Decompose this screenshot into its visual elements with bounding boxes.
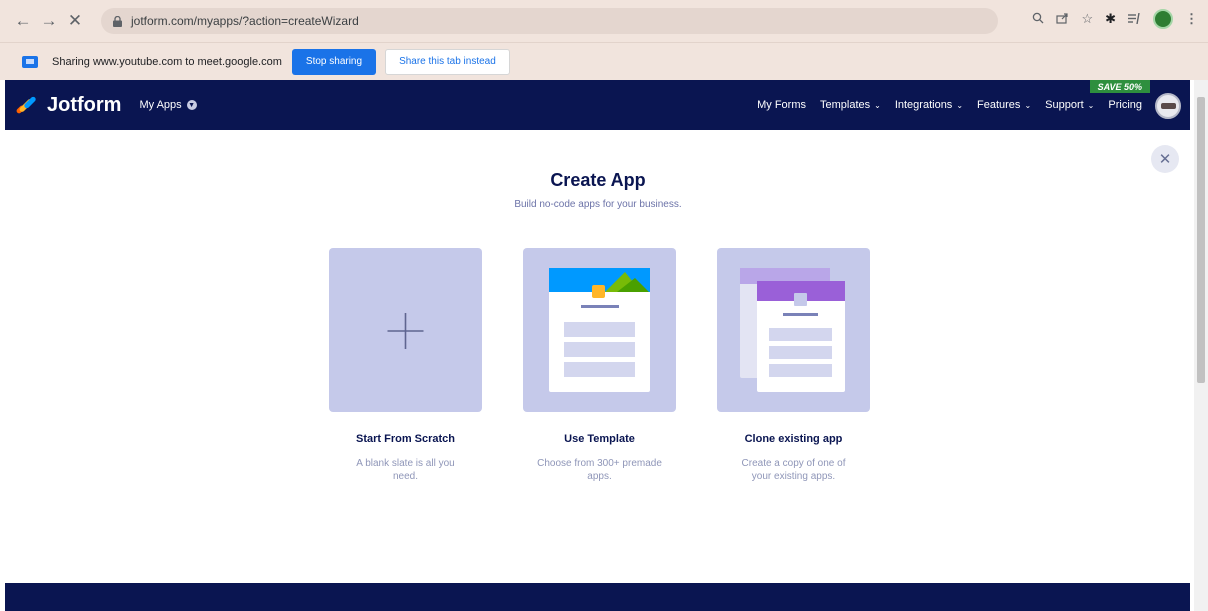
scrollbar-thumb[interactable] [1197,97,1205,383]
card-title: Clone existing app [744,433,843,445]
top-navigation: My Forms Templates ⌄ Integrations ⌄ Featur… [757,80,1142,130]
use-template-illustration[interactable] [523,248,676,412]
clone-existing-app-option[interactable]: Clone existing app Create a copy of one … [717,248,870,483]
template-app-icon [549,268,650,392]
more-menu-icon[interactable]: ⋮ [1185,11,1198,27]
share-this-tab-button[interactable]: Share this tab instead [385,48,510,75]
browser-toolbar: ← → ✕ jotform.com/myapps/?action=createW… [0,0,1208,42]
lock-icon [113,15,123,27]
profile-avatar[interactable] [1153,9,1173,29]
footer-bar [5,583,1190,611]
chevron-down-icon: ⌄ [1087,100,1095,110]
card-title: Use Template [564,433,635,445]
close-wizard-button[interactable]: ✕ [1151,145,1179,173]
my-apps-dropdown[interactable]: My Apps ▼ [139,99,197,111]
nav-my-forms[interactable]: My Forms [757,99,806,111]
share-icon[interactable] [1056,12,1069,27]
chevron-down-icon: ⌄ [1024,100,1032,110]
clone-app-icon [740,268,845,392]
start-from-scratch-option[interactable]: Start From Scratch A blank slate is all … [329,248,482,483]
chevron-down-icon: ⌄ [874,100,881,110]
url-text: jotform.com/myapps/?action=createWizard [131,14,359,28]
my-apps-label: My Apps [139,99,182,111]
back-arrow-icon[interactable]: ← [12,10,34,32]
nav-integrations[interactable]: Integrations ⌄ [895,99,963,111]
card-description: A blank slate is all you need. [356,458,455,482]
address-bar[interactable]: jotform.com/myapps/?action=createWizard [101,8,998,34]
page-scrollbar[interactable] [1194,80,1208,611]
sharing-message: Sharing www.youtube.com to meet.google.c… [52,55,282,68]
jotform-logo-text: Jotform [47,93,122,116]
screen-sharing-bar: Sharing www.youtube.com to meet.google.c… [0,42,1208,80]
plus-icon [387,313,424,349]
browser-actions: ☆ ✱ ⋮ [1032,9,1198,29]
card-description: Choose from 300+ premade apps. [537,458,662,482]
forward-arrow-icon[interactable]: → [38,10,60,32]
jotform-logo-icon [15,94,39,116]
save-50-badge: SAVE 50% [1089,80,1150,93]
stop-loading-icon[interactable]: ✕ [64,10,86,32]
use-template-option[interactable]: Use Template Choose from 300+ premade ap… [523,248,676,483]
nav-features[interactable]: Features ⌄ [977,99,1031,111]
jotform-header: Jotform My Apps ▼ My Forms Templates ⌄ In… [5,80,1190,130]
stop-sharing-button[interactable]: Stop sharing [291,48,377,75]
chevron-down-icon: ▼ [186,100,197,110]
card-title: Start From Scratch [355,433,456,445]
card-description: Create a copy of one of your existing ap… [741,458,846,482]
page-title: Create App [550,170,646,190]
screen-share-icon [22,55,38,68]
chevron-down-icon: ⌄ [956,100,964,110]
nav-pricing[interactable]: Pricing [1108,99,1142,111]
page-subtitle: Build no-code apps for your business. [514,199,682,210]
zoom-icon[interactable] [1032,12,1044,27]
reading-list-icon[interactable] [1128,12,1141,27]
clone-existing-app-illustration[interactable] [717,248,870,412]
extensions-puzzle-icon[interactable]: ✱ [1105,11,1116,27]
user-avatar[interactable] [1155,93,1181,119]
jotform-logo[interactable]: Jotform [15,94,121,117]
nav-support[interactable]: Support ⌄ [1045,99,1094,111]
nav-templates[interactable]: Templates ⌄ [820,99,881,111]
start-from-scratch-illustration[interactable] [329,248,482,412]
bookmark-star-icon[interactable]: ☆ [1081,11,1093,27]
